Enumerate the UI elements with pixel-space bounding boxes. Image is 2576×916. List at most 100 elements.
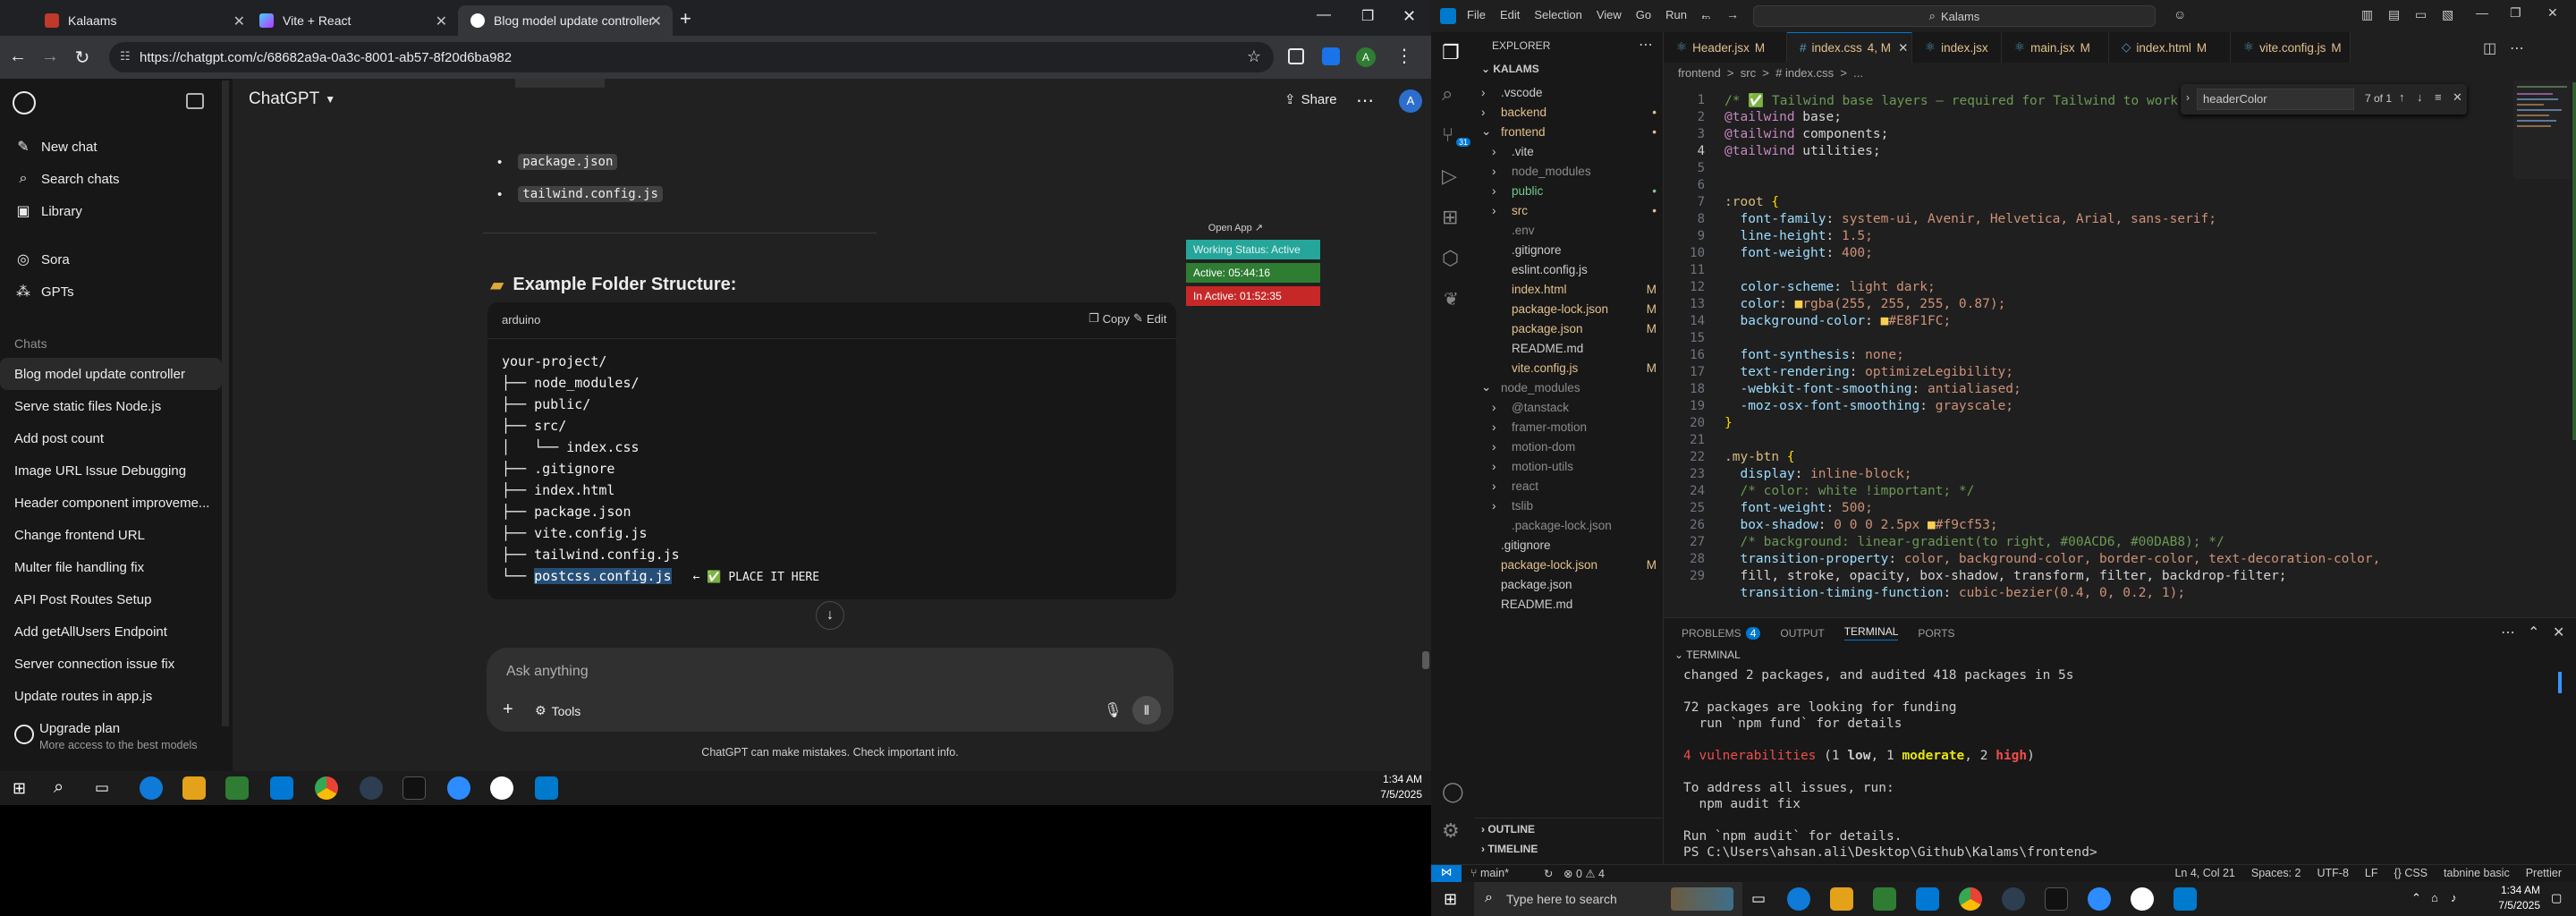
edit-button[interactable]: ✎ Edit bbox=[1133, 311, 1166, 326]
explorer-item[interactable]: › src • bbox=[1492, 200, 1657, 220]
microphone-icon[interactable]: 🎙 bbox=[1104, 701, 1122, 719]
explorer-item[interactable]: .env bbox=[1492, 220, 1657, 240]
next-match-icon[interactable]: ↓ bbox=[2417, 90, 2423, 104]
explorer-icon[interactable]: ❐ bbox=[1442, 41, 1460, 64]
find-in-selection-icon[interactable]: ≡ bbox=[2435, 90, 2442, 104]
sidebar-scrollbar[interactable] bbox=[222, 81, 229, 726]
app-icon[interactable] bbox=[360, 776, 383, 800]
chat-item[interactable]: Add getAllUsers Endpoint bbox=[0, 615, 222, 648]
panel-tab[interactable]: TERMINAL bbox=[1843, 625, 1899, 640]
zoom-icon[interactable] bbox=[447, 776, 470, 800]
explorer-item[interactable]: .gitignore bbox=[1492, 240, 1657, 259]
problems-indicator[interactable]: ⊗ 0 ⚠ 4 bbox=[1563, 867, 1605, 880]
zoom-icon[interactable] bbox=[2088, 887, 2111, 911]
tray-chevron-icon[interactable]: ⌃ bbox=[2411, 891, 2421, 905]
mongodb-icon[interactable]: ❦ bbox=[1444, 288, 1459, 310]
sidebar-item-search-chats[interactable]: ⌕ Search chats bbox=[0, 163, 222, 195]
panel-tab[interactable]: PROBLEMS 4 bbox=[1682, 626, 1761, 640]
mail-icon[interactable] bbox=[1916, 887, 1939, 911]
store-icon[interactable] bbox=[1873, 887, 1896, 911]
vscode-icon[interactable] bbox=[2174, 887, 2197, 911]
command-center[interactable]: ⌕ Kalams bbox=[1753, 5, 2156, 27]
menu-item[interactable]: File bbox=[1467, 8, 1486, 21]
chat-item[interactable]: Server connection issue fix bbox=[0, 648, 222, 680]
vscode-icon[interactable] bbox=[535, 776, 558, 800]
minimize-icon[interactable]: — bbox=[2476, 5, 2488, 20]
forward-icon[interactable]: → bbox=[1726, 7, 1739, 21]
volume-icon[interactable]: ♪ bbox=[2451, 891, 2457, 904]
chat-item[interactable]: Multer file handling fix bbox=[0, 551, 222, 583]
remote-explorer-icon[interactable]: ⬡ bbox=[1442, 247, 1459, 270]
app-circle-icon[interactable] bbox=[2131, 887, 2154, 911]
copilot-icon[interactable]: ☺ bbox=[2174, 7, 2186, 21]
openai-logo-icon[interactable] bbox=[13, 91, 36, 114]
terminal-icon[interactable] bbox=[402, 776, 426, 800]
chrome-tab-kalaams[interactable]: Kalaams ✕ bbox=[32, 5, 256, 36]
status-item[interactable]: Prettier bbox=[2526, 867, 2562, 879]
scrollbar-gutter[interactable] bbox=[2572, 82, 2576, 440]
chrome-tab-vite[interactable]: Vite + React ✕ bbox=[247, 5, 458, 36]
open-app-link[interactable]: Open App ↗ bbox=[1191, 222, 1263, 238]
timeline-section[interactable]: › TIMELINE bbox=[1481, 843, 1538, 855]
main-scrollbar[interactable] bbox=[1422, 651, 1429, 669]
explorer-item[interactable]: package-lock.json M bbox=[1481, 555, 1657, 574]
explorer-item[interactable]: ⌄ node_modules bbox=[1481, 377, 1657, 397]
user-avatar[interactable]: A bbox=[1399, 89, 1422, 113]
app-icon[interactable] bbox=[2002, 887, 2025, 911]
maximize-icon[interactable]: ❐ bbox=[2510, 5, 2521, 21]
file-explorer-icon[interactable] bbox=[182, 776, 206, 800]
close-icon[interactable]: ✕ bbox=[233, 13, 245, 30]
network-icon[interactable]: ⌂ bbox=[2431, 891, 2438, 904]
panel-tab[interactable]: OUTPUT bbox=[1780, 627, 1824, 640]
explorer-item[interactable]: .gitignore bbox=[1481, 535, 1657, 555]
new-tab-icon[interactable]: + bbox=[680, 7, 691, 30]
share-button[interactable]: ⇪ Share bbox=[1284, 91, 1337, 108]
status-item[interactable]: Spaces: 2 bbox=[2251, 867, 2301, 879]
editor-tab[interactable]: ⚛ main.jsx M bbox=[2002, 32, 2109, 63]
copy-button[interactable]: ❐ Copy bbox=[1089, 311, 1130, 326]
explorer-item[interactable]: › node_modules bbox=[1492, 161, 1657, 181]
chat-item[interactable]: Serve static files Node.js bbox=[0, 390, 222, 422]
close-icon[interactable]: ✕ bbox=[1898, 41, 1908, 55]
explorer-item[interactable]: ⌄ frontend • bbox=[1481, 122, 1657, 141]
status-item[interactable]: {} CSS bbox=[2394, 867, 2428, 879]
forward-icon[interactable]: → bbox=[39, 47, 61, 67]
back-icon[interactable]: ← bbox=[1699, 7, 1712, 21]
chat-item[interactable]: Header component improveme... bbox=[0, 487, 222, 519]
explorer-item[interactable]: eslint.config.js bbox=[1492, 259, 1657, 279]
sidebar-toggle-icon[interactable] bbox=[186, 93, 204, 109]
add-attachment-icon[interactable]: + bbox=[503, 700, 513, 720]
menu-item[interactable]: Selection bbox=[1534, 8, 1581, 21]
explorer-item[interactable]: › .vite bbox=[1492, 141, 1657, 161]
chrome-icon[interactable] bbox=[315, 776, 338, 800]
menu-item[interactable]: Edit bbox=[1500, 8, 1520, 21]
search-icon[interactable]: ⌕ bbox=[1442, 82, 1453, 106]
chrome-icon[interactable] bbox=[1959, 887, 1982, 911]
sidebar-item-gpts[interactable]: ⁂ GPTs bbox=[0, 276, 222, 308]
terminal-section[interactable]: ⌄ TERMINAL bbox=[1674, 649, 1741, 661]
explorer-item[interactable]: › tslib bbox=[1492, 496, 1657, 515]
task-view-icon[interactable]: ▭ bbox=[1751, 890, 1766, 908]
sync-icon[interactable]: ↻ bbox=[1544, 867, 1553, 880]
panel-tab[interactable]: PORTS bbox=[1918, 627, 1954, 640]
reload-icon[interactable]: ↻ bbox=[72, 47, 93, 69]
store-icon[interactable] bbox=[225, 776, 249, 800]
explorer-item[interactable]: .package-lock.json bbox=[1492, 515, 1657, 535]
edge-icon[interactable] bbox=[140, 776, 163, 800]
workspace-root[interactable]: ⌄ KALAMS bbox=[1481, 63, 1539, 75]
explorer-item[interactable]: › backend • bbox=[1481, 102, 1657, 122]
toggle-panel-icon[interactable]: ▭ bbox=[2415, 7, 2427, 22]
model-selector[interactable]: ChatGPT ▼ bbox=[249, 89, 335, 109]
status-item[interactable]: Ln 4, Col 21 bbox=[2174, 867, 2234, 879]
toggle-sidebar-icon[interactable]: ▤ bbox=[2388, 7, 2400, 22]
windows-start-icon[interactable]: ⊞ bbox=[13, 779, 26, 798]
run-debug-icon[interactable]: ▷ bbox=[1442, 165, 1457, 188]
chat-item[interactable]: Change frontend URL bbox=[0, 519, 222, 551]
address-bar[interactable]: ☷ https://chatgpt.com/c/68682a9a-0a3c-80… bbox=[109, 42, 1274, 72]
more-actions-icon[interactable]: ⋯ bbox=[2501, 623, 2515, 641]
code-editor[interactable]: 1 2 3 4 5 6 7 8 9 10 11 12 13 14 15 16 17 18 19 20 21 22 23 24 2… bbox=[1664, 88, 2576, 617]
task-view-icon[interactable]: ▭ bbox=[95, 779, 109, 797]
editor-tab[interactable]: ⚛ index.jsx bbox=[1912, 32, 2002, 63]
settings-gear-icon[interactable]: ⚙ bbox=[1442, 819, 1460, 843]
chat-item[interactable]: Image URL Issue Debugging bbox=[0, 454, 222, 487]
